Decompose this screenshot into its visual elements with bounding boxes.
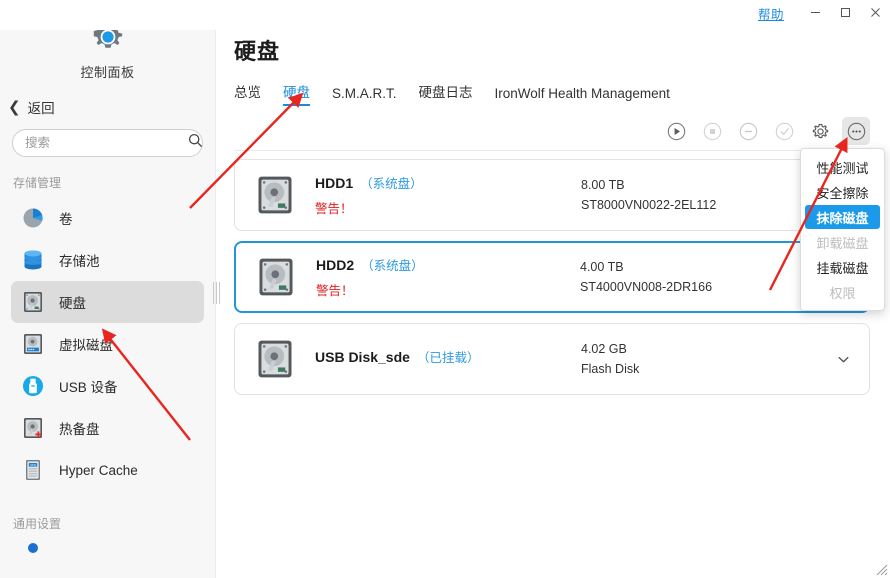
disk-info: USB Disk_sde （已挂载） xyxy=(315,347,581,372)
main-content: 硬盘 总览 硬盘 S.M.A.R.T. 硬盘日志 IronWolf Health… xyxy=(216,30,890,578)
disk-capacity: 4.02 GB xyxy=(581,342,627,356)
page-title-sidebar: 控制面板 xyxy=(80,65,135,80)
blue-dot-icon xyxy=(20,538,46,558)
hyper-cache-icon: SSD xyxy=(20,457,46,483)
disk-tag: （系统盘） xyxy=(361,259,424,273)
sidebar-item-hot-spare[interactable]: 热备盘 xyxy=(11,407,204,449)
maximize-button[interactable] xyxy=(830,0,860,24)
sidebar-section-storage-label: 存储管理 xyxy=(13,176,62,190)
disk-context-menu: 性能测试 安全擦除 抹除磁盘 卸载磁盘 挂载磁盘 权限 xyxy=(800,148,885,311)
disk-name-row: HDD2 （系统盘） xyxy=(316,255,580,274)
disk-specs: 4.00 TB ST4000VN008-2DR166 xyxy=(580,260,830,294)
disk-card-hdd1[interactable]: HDD1 （系统盘） 警告！ 8.00 TB ST8000VN0022-2EL1… xyxy=(234,159,870,231)
search-input[interactable] xyxy=(23,135,188,151)
help-link[interactable]: 帮助 xyxy=(758,4,784,23)
menu-item-wipe-disk[interactable]: 抹除磁盘 xyxy=(805,205,880,229)
disk-tag: （系统盘） xyxy=(360,177,423,191)
hard-disk-icon xyxy=(254,255,298,299)
remove-button xyxy=(734,117,762,145)
disk-name: USB Disk_sde xyxy=(315,348,410,365)
tab-smart[interactable]: S.M.A.R.T. xyxy=(332,86,397,106)
disk-capacity: 4.00 TB xyxy=(580,260,624,274)
sidebar-item-label: Hyper Cache xyxy=(59,462,138,478)
stop-button xyxy=(698,117,726,145)
menu-item-unmount-disk: 卸载磁盘 xyxy=(816,235,869,251)
hard-disk-icon xyxy=(253,337,297,381)
disk-name-row: HDD1 （系统盘） xyxy=(315,173,581,192)
menu-item-performance-test[interactable]: 性能测试 xyxy=(805,155,880,179)
disk-specs: 8.00 TB ST8000VN0022-2EL112 xyxy=(581,178,831,212)
sidebar-item-storage-pool[interactable]: 存储池 xyxy=(11,239,204,281)
sidebar-item-partial[interactable] xyxy=(11,538,204,558)
menu-item-permissions: 权限 xyxy=(829,285,856,301)
disk-tag: （已挂载） xyxy=(416,350,480,365)
window-resize-grip[interactable] xyxy=(872,560,888,576)
hard-disk-icon xyxy=(253,173,297,217)
control-panel-window: 帮助 控制面板 ❮ 返回 搜索 存储管理 卷 存储池 硬盘 虚拟磁盘 USB 设… xyxy=(0,0,890,578)
sidebar-item-label: 热备盘 xyxy=(59,422,100,437)
disk-name: HDD2 xyxy=(316,257,355,273)
expand-chevron-icon[interactable] xyxy=(831,352,855,367)
disk-card-hdd2[interactable]: HDD2 （系统盘） 警告！ 4.00 TB ST4000VN008-2DR16… xyxy=(234,241,870,313)
sidebar-item-label: USB 设备 xyxy=(59,380,118,395)
disk-info: HDD2 （系统盘） 警告！ xyxy=(316,255,580,299)
menu-item-mount-disk[interactable]: 挂载磁盘 xyxy=(805,255,880,279)
tab-bar: 总览 硬盘 S.M.A.R.T. 硬盘日志 IronWolf Health Ma… xyxy=(234,80,890,106)
virtual-disk-icon xyxy=(20,331,46,357)
disk-card-usb[interactable]: USB Disk_sde （已挂载） 4.02 GB Flash Disk xyxy=(234,323,870,395)
settings-button[interactable] xyxy=(806,117,834,145)
disk-specs: 4.02 GB Flash Disk xyxy=(581,342,831,376)
volume-pie-icon xyxy=(20,205,46,231)
title-bar: 帮助 xyxy=(0,0,890,30)
sidebar-item-usb-device[interactable]: USB 设备 xyxy=(11,365,204,407)
disk-toolbar xyxy=(216,116,870,146)
disk-capacity: 8.00 TB xyxy=(581,178,625,192)
tab-ironwolf-health[interactable]: IronWolf Health Management xyxy=(495,86,670,106)
hot-spare-icon xyxy=(20,415,46,441)
sidebar-item-label: 硬盘 xyxy=(59,296,86,311)
back-button[interactable]: ❮ 返回 xyxy=(0,95,215,119)
disk-model: Flash Disk xyxy=(581,362,640,376)
sidebar-item-label: 虚拟磁盘 xyxy=(59,338,113,353)
disk-name: HDD1 xyxy=(315,175,354,191)
disk-name-row: USB Disk_sde （已挂载） xyxy=(315,347,581,366)
tab-overview[interactable]: 总览 xyxy=(234,81,261,106)
sidebar-item-label: 存储池 xyxy=(59,254,100,269)
tab-disk-log[interactable]: 硬盘日志 xyxy=(419,81,473,106)
more-button[interactable] xyxy=(842,117,870,145)
page-title: 硬盘 xyxy=(234,39,281,64)
search-icon[interactable] xyxy=(188,133,203,153)
hard-disk-icon xyxy=(20,289,46,315)
disk-status: 警告！ xyxy=(315,202,353,216)
sidebar-item-hyper-cache[interactable]: SSD Hyper Cache xyxy=(11,449,204,491)
sidebar-resize-handle[interactable] xyxy=(212,280,220,306)
chevron-left-icon: ❮ xyxy=(8,97,21,116)
sidebar-item-hard-disk[interactable]: 硬盘 xyxy=(11,281,204,323)
disk-model: ST8000VN0022-2EL112 xyxy=(581,198,717,212)
menu-item-secure-erase[interactable]: 安全擦除 xyxy=(805,180,880,204)
search-box[interactable] xyxy=(12,129,203,157)
disk-list: HDD1 （系统盘） 警告！ 8.00 TB ST8000VN0022-2EL1… xyxy=(216,151,890,395)
play-button[interactable] xyxy=(662,117,690,145)
sidebar: 控制面板 ❮ 返回 存储管理 xyxy=(0,0,216,578)
close-button[interactable] xyxy=(860,0,890,24)
minimize-button[interactable] xyxy=(800,0,830,24)
sidebar-item-label: 卷 xyxy=(59,212,73,227)
disk-model: ST4000VN008-2DR166 xyxy=(580,280,713,294)
usb-device-icon xyxy=(20,373,46,399)
disk-info: HDD1 （系统盘） 警告！ xyxy=(315,173,581,217)
storage-pool-icon xyxy=(20,247,46,273)
tab-disk[interactable]: 硬盘 xyxy=(283,81,310,106)
sidebar-section-general-label: 通用设置 xyxy=(13,517,62,531)
sidebar-item-virtual-disk[interactable]: 虚拟磁盘 xyxy=(11,323,204,365)
back-label: 返回 xyxy=(27,101,55,116)
sidebar-item-volume[interactable]: 卷 xyxy=(11,197,204,239)
check-button xyxy=(770,117,798,145)
svg-text:SSD: SSD xyxy=(30,463,36,467)
disk-status: 警告！ xyxy=(316,284,354,298)
